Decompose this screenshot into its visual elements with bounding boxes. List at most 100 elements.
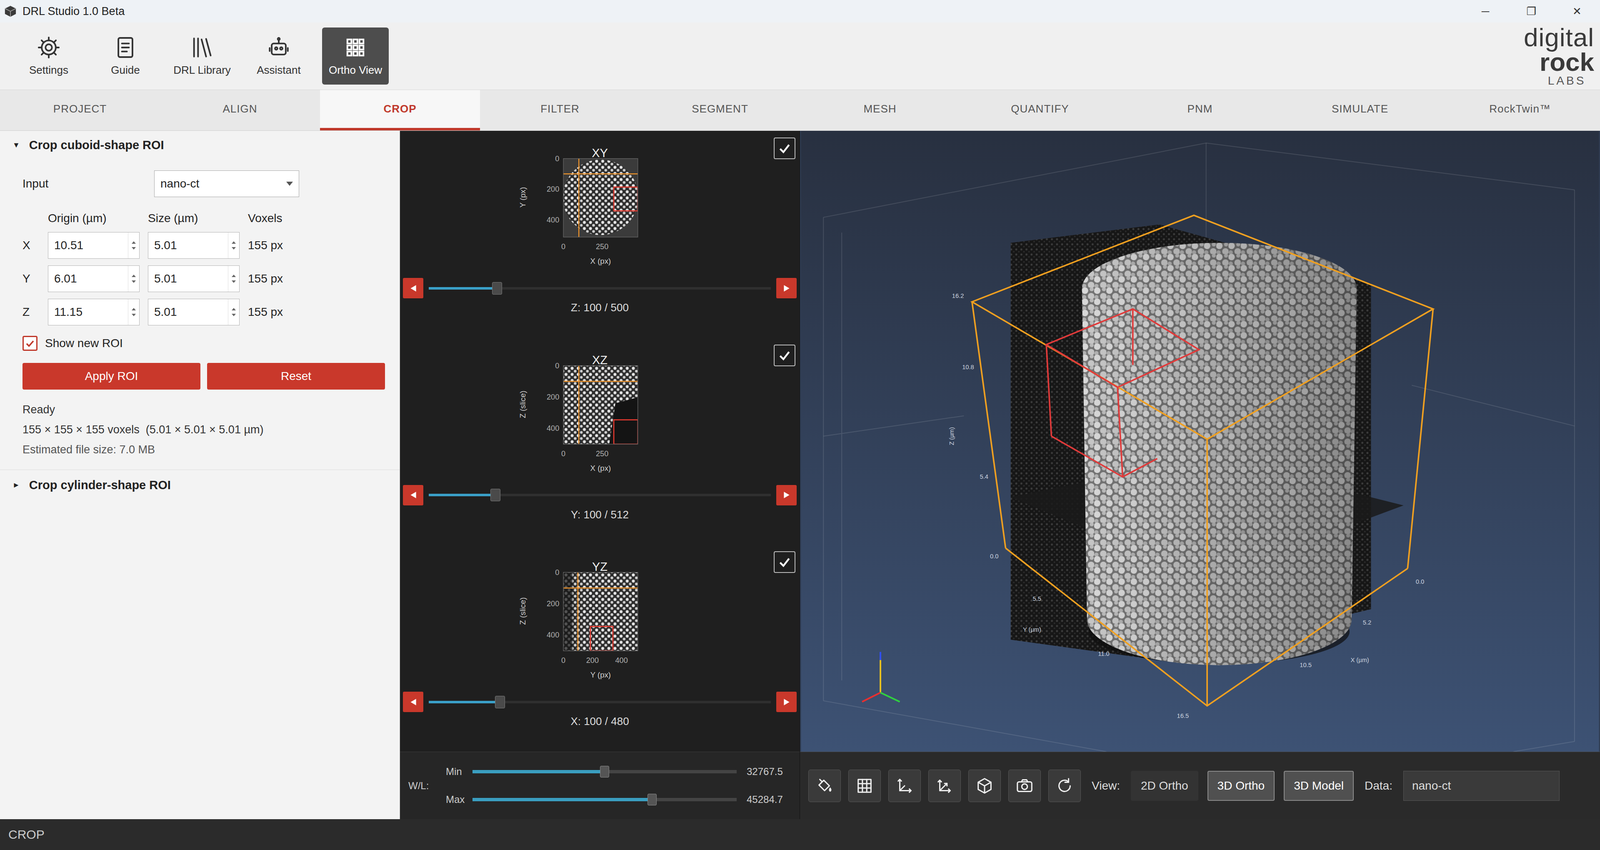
slider-track[interactable] bbox=[428, 700, 771, 704]
crosshair-horizontal[interactable] bbox=[563, 587, 638, 589]
slice-plot[interactable]: 02004000200400Y (px)Z (slice) bbox=[515, 567, 643, 687]
plot-frame bbox=[563, 572, 638, 651]
window-control-button[interactable]: ✕ bbox=[1554, 5, 1600, 18]
spin-down-icon[interactable] bbox=[131, 313, 136, 317]
action-button[interactable]: Reset bbox=[207, 362, 385, 390]
spin-up-icon[interactable] bbox=[131, 307, 136, 311]
3d-scene[interactable]: 16.210.85.40.0Z (µm)5.511.016.5Y (µm)10.… bbox=[800, 130, 1600, 752]
wl-slider-track[interactable] bbox=[472, 797, 737, 802]
crosshair-vertical[interactable] bbox=[578, 365, 580, 444]
spin-buttons[interactable] bbox=[227, 232, 240, 259]
crosshair-horizontal[interactable] bbox=[563, 173, 638, 175]
slider-track[interactable] bbox=[428, 287, 771, 290]
show-roi-checkbox[interactable]: Show new ROI bbox=[22, 335, 385, 352]
roi-box[interactable] bbox=[613, 419, 638, 444]
window-control-button[interactable]: ❐ bbox=[1508, 5, 1555, 18]
input-dropdown[interactable]: nano-ct bbox=[154, 170, 300, 198]
roi-box[interactable] bbox=[613, 187, 638, 211]
action-button[interactable]: Apply ROI bbox=[22, 362, 201, 390]
toolbar-button[interactable]: Guide bbox=[92, 27, 159, 85]
previous-slice-button[interactable] bbox=[402, 277, 424, 299]
3d-render[interactable]: 16.210.85.40.0Z (µm)5.511.016.5Y (µm)10.… bbox=[800, 130, 1600, 752]
workflow-tab[interactable]: CROP bbox=[320, 90, 480, 131]
sample-section bbox=[563, 572, 638, 651]
next-slice-button[interactable] bbox=[776, 277, 797, 299]
slider-track[interactable] bbox=[428, 493, 771, 497]
slice-plot[interactable]: 02004000250X (px)Z (slice) bbox=[515, 360, 643, 480]
spin-up-icon[interactable] bbox=[231, 307, 236, 311]
previous-slice-button[interactable] bbox=[402, 485, 424, 506]
viewer-tool-button[interactable] bbox=[968, 769, 1001, 803]
view-mode-button[interactable]: 3D Model bbox=[1283, 770, 1354, 801]
viewer-tool-button[interactable] bbox=[928, 769, 961, 803]
view-mode-button[interactable]: 2D Ortho bbox=[1130, 770, 1199, 801]
size-field[interactable]: 5.01 bbox=[147, 265, 240, 293]
workflow-tab[interactable]: PROJECT bbox=[0, 90, 160, 131]
next-slice-button[interactable] bbox=[776, 691, 797, 713]
viewer-tool-button[interactable] bbox=[1008, 769, 1041, 803]
spin-down-icon[interactable] bbox=[131, 247, 136, 250]
workflow-tab[interactable]: RockTwin™ bbox=[1440, 90, 1600, 131]
spin-up-icon[interactable] bbox=[131, 241, 136, 244]
workflow-tab[interactable]: SIMULATE bbox=[1280, 90, 1440, 131]
toolbar-button[interactable]: Assistant bbox=[245, 27, 313, 85]
data-field[interactable]: nano-ct bbox=[1403, 770, 1560, 801]
spin-up-icon[interactable] bbox=[231, 274, 236, 278]
viewer-tool-button[interactable] bbox=[808, 769, 841, 803]
viewer-tool-button[interactable] bbox=[1048, 769, 1081, 803]
viewer-tool-button[interactable] bbox=[848, 769, 881, 803]
origin-field[interactable]: 11.15 bbox=[47, 298, 140, 326]
spin-buttons[interactable] bbox=[127, 265, 140, 292]
spin-buttons[interactable] bbox=[127, 299, 140, 325]
crosshair-vertical[interactable] bbox=[577, 572, 578, 651]
origin-field[interactable]: 10.51 bbox=[47, 232, 140, 259]
spin-up-icon[interactable] bbox=[131, 274, 136, 278]
size-field[interactable]: 5.01 bbox=[147, 298, 240, 326]
axis-label: Y bbox=[22, 272, 40, 286]
slice-visible-checkbox[interactable] bbox=[773, 344, 796, 367]
checkbox-box[interactable] bbox=[22, 335, 38, 351]
slider-knob[interactable] bbox=[495, 695, 505, 709]
workflow-tab[interactable]: PNM bbox=[1120, 90, 1280, 131]
wl-slider-knob[interactable] bbox=[647, 793, 657, 806]
viewer-tool-button[interactable] bbox=[888, 769, 921, 803]
cylinder-section-header[interactable]: ►Crop cylinder-shape ROI bbox=[0, 470, 400, 500]
slider-knob[interactable] bbox=[492, 282, 503, 295]
spin-buttons[interactable] bbox=[227, 265, 240, 292]
workflow-tab[interactable]: MESH bbox=[800, 90, 960, 131]
workflow-tab[interactable]: QUANTIFY bbox=[960, 90, 1120, 131]
view-mode-button[interactable]: 3D Ortho bbox=[1207, 770, 1275, 801]
spin-buttons[interactable] bbox=[127, 232, 140, 259]
slice-visible-checkbox[interactable] bbox=[773, 551, 796, 573]
spin-down-icon[interactable] bbox=[231, 247, 236, 250]
roi-box[interactable] bbox=[590, 626, 613, 651]
view-label: View: bbox=[1091, 779, 1120, 793]
toolbar-button[interactable]: DRL Library bbox=[168, 27, 236, 85]
crosshair-vertical[interactable] bbox=[578, 158, 580, 238]
spin-buttons[interactable] bbox=[227, 299, 240, 325]
spin-up-icon[interactable] bbox=[231, 241, 236, 244]
roi-wireframe[interactable] bbox=[1046, 308, 1199, 477]
slice-plot[interactable]: 02004000250X (px)Y (px) bbox=[515, 153, 643, 273]
slice-visible-checkbox[interactable] bbox=[773, 137, 796, 160]
workflow-tab[interactable]: FILTER bbox=[480, 90, 640, 131]
spin-down-icon[interactable] bbox=[131, 280, 136, 283]
workflow-tab[interactable]: SEGMENT bbox=[640, 90, 800, 131]
size-field[interactable]: 5.01 bbox=[147, 232, 240, 259]
wl-slider-track[interactable] bbox=[472, 770, 737, 774]
crosshair-horizontal[interactable] bbox=[563, 380, 638, 382]
status-text: CROP bbox=[8, 827, 45, 842]
origin-field[interactable]: 6.01 bbox=[47, 265, 140, 293]
toolbar-button[interactable]: Ortho View bbox=[322, 27, 389, 85]
toolbar-button[interactable]: Settings bbox=[15, 27, 83, 85]
spin-down-icon[interactable] bbox=[231, 313, 236, 317]
previous-slice-button[interactable] bbox=[402, 691, 424, 713]
workflow-tab[interactable]: ALIGN bbox=[160, 90, 320, 131]
bounding-box bbox=[972, 215, 1434, 706]
slider-knob[interactable] bbox=[490, 488, 501, 502]
cuboid-section-header[interactable]: ▼Crop cuboid-shape ROI bbox=[0, 130, 400, 160]
wl-slider-knob[interactable] bbox=[600, 765, 610, 778]
window-control-button[interactable]: ─ bbox=[1462, 5, 1509, 18]
next-slice-button[interactable] bbox=[776, 485, 797, 506]
spin-down-icon[interactable] bbox=[231, 280, 236, 283]
